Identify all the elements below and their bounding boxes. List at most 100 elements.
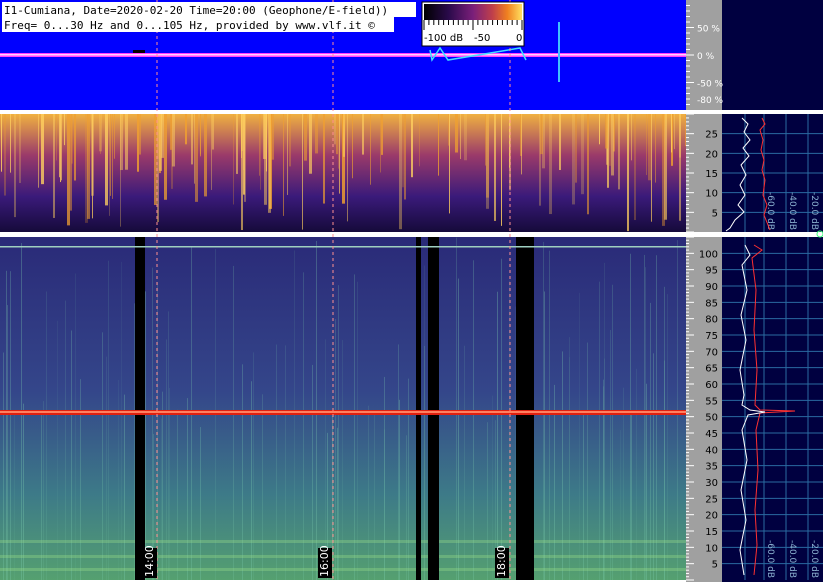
noise-streak (562, 351, 563, 580)
noise-streak (650, 302, 651, 580)
noise-streak (294, 250, 295, 580)
burst-streak (380, 114, 381, 173)
burst-streak (4, 114, 6, 196)
noise-streak (338, 285, 339, 580)
noise-streak (108, 260, 109, 580)
burst-streak (575, 114, 577, 183)
burst-streak (336, 114, 338, 155)
burst-streak (501, 114, 502, 226)
burst-streak (362, 114, 364, 155)
burst-streak (164, 114, 167, 200)
noise-streak (3, 352, 4, 580)
burst-streak (315, 114, 318, 154)
noise-streak (604, 262, 605, 580)
burst-streak (125, 114, 128, 170)
noise-streak (121, 261, 122, 580)
colorbar-label-min: -100 dB (424, 33, 463, 44)
noise-streak (398, 344, 399, 580)
burst-streak (338, 114, 339, 169)
time-label-14: 14:00 (143, 545, 156, 577)
burst-streak (419, 114, 420, 167)
noise-streak (456, 237, 457, 580)
noise-streak (664, 360, 665, 580)
header-line-2: Freq= 0...30 Hz and 0...105 Hz, provided… (4, 19, 375, 32)
burst-streak (634, 114, 636, 221)
freq-tick-label: 10 (705, 189, 718, 200)
freq-tick-label: 20 (705, 511, 718, 522)
burst-streak (1, 114, 2, 172)
burst-streak (323, 114, 325, 204)
burst-streak (302, 114, 303, 230)
noise-streak (233, 265, 234, 580)
noise-streak (187, 398, 188, 580)
noise-streak (325, 339, 326, 580)
burst-streak (120, 114, 123, 171)
noise-streak (497, 291, 498, 580)
profile-upper-labels: -60.0 dB -40.0 dB -20.0 dB (765, 192, 819, 230)
noise-streak (7, 305, 8, 580)
burst-streak (611, 114, 614, 176)
noise-streak (656, 255, 657, 581)
burst-streak (110, 114, 111, 196)
noise-streak (612, 284, 613, 580)
burst-streak (114, 114, 115, 159)
burst-streak (268, 114, 271, 213)
noise-streak (579, 292, 580, 580)
noise-streak (623, 387, 624, 580)
profile-lower-labels: -60.0 dB -40.0 dB -20.0 dB (765, 540, 819, 578)
noise-streak (6, 270, 7, 580)
noise-streak (399, 399, 400, 580)
burst-streak (399, 114, 402, 230)
burst-streak (159, 114, 162, 171)
burst-streak (172, 114, 175, 167)
burst-streak (41, 114, 44, 185)
burst-streak (259, 114, 260, 176)
profile-upper-label-20: -20.0 dB (809, 192, 819, 230)
burst-streak (287, 114, 288, 195)
burst-streak (627, 114, 629, 232)
burst-streak (572, 114, 575, 205)
noise-streak (145, 291, 146, 580)
burst-streak (347, 114, 348, 222)
colorbar-label-max: 0 (516, 33, 522, 44)
burst-streak (339, 114, 340, 194)
colorbar-gradient (424, 4, 522, 20)
profile-upper-label-60: -60.0 dB (765, 192, 775, 230)
burst-streak (609, 114, 611, 166)
noise-streak (152, 267, 153, 580)
burst-streak (191, 114, 193, 165)
noise-streak (549, 250, 550, 581)
noise-streak (406, 435, 407, 580)
noise-streak (106, 356, 107, 580)
noise-streak (473, 260, 474, 580)
profile-lower-label-20: -20.0 dB (809, 540, 819, 578)
burst-streak (99, 114, 102, 152)
freq-tick-label: 15 (705, 527, 718, 538)
freq-tick-label: 55 (705, 396, 718, 407)
noise-streak (80, 379, 81, 580)
burst-streak (137, 114, 139, 172)
noise-streak (653, 353, 654, 580)
freq-tick-label: 20 (705, 149, 718, 160)
burst-streak (540, 114, 543, 155)
burst-streak (195, 114, 198, 202)
burst-streak (381, 114, 383, 155)
spectrogram-figure: 14:00 16:00 18:00 I1-Cumiana, Date=2020-… (0, 0, 823, 582)
noise-streak (169, 387, 170, 580)
burst-streak (599, 114, 600, 145)
burst-streak (587, 114, 589, 215)
burst-streak (194, 114, 195, 184)
time-label-16: 16:00 (318, 545, 331, 577)
noise-streak (253, 352, 254, 580)
burst-streak (74, 114, 76, 181)
freq-tick-label: 100 (699, 249, 718, 260)
noise-streak (357, 281, 358, 580)
noise-streak (262, 394, 263, 580)
burst-streak (559, 114, 561, 170)
noise-streak (75, 273, 76, 580)
noise-streak (492, 395, 493, 580)
noise-streak (65, 300, 66, 580)
freq-tick-label: 40 (705, 445, 718, 456)
burst-streak (170, 114, 172, 150)
burst-streak (200, 114, 201, 157)
